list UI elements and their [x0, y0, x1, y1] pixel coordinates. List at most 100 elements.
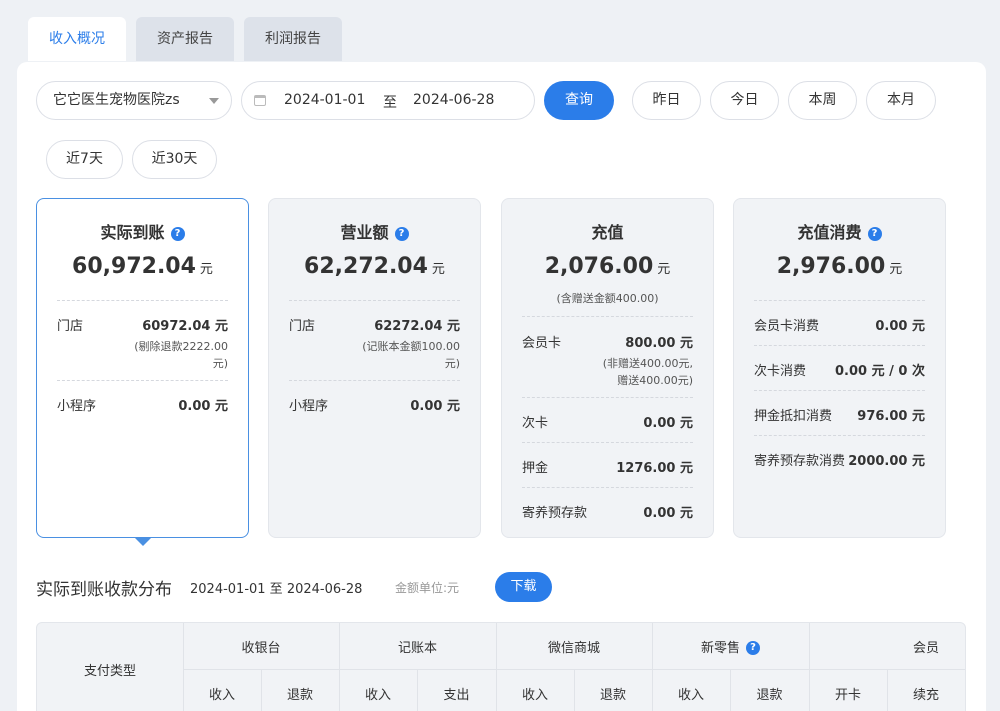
divider [522, 442, 693, 443]
row-value-boarding-consume: 2000.00 元 [848, 454, 925, 469]
last-30-days-button[interactable]: 近30天 [132, 140, 217, 179]
help-icon[interactable]: ? [170, 227, 185, 241]
section-unit: 金额单位:元 [395, 581, 460, 595]
divider [289, 300, 460, 301]
header-member: 会员 [912, 641, 939, 656]
card-title: 营业额? [269, 219, 480, 243]
divider [57, 380, 228, 381]
subheader-refund: 退款 [599, 688, 626, 703]
date-end[interactable]: 2024-06-28 [413, 92, 494, 108]
card-title-text: 营业额 [340, 223, 389, 242]
card-amount: 60,972.04 元 [37, 254, 248, 279]
clinic-select[interactable]: 它它医生宠物医院zs [36, 81, 232, 120]
tab-asset-report[interactable]: 资产报告 [136, 17, 234, 61]
card-title: 充值 [502, 219, 713, 243]
row-label-member-card: 会员卡 [522, 336, 562, 351]
card-recharge-consumption[interactable]: 充值消费? 2,976.00 元 会员卡消费 0.00 元 次卡消费 0.00 元… [733, 198, 946, 538]
divider [522, 487, 693, 488]
tab-profit-report[interactable]: 利润报告 [244, 17, 342, 61]
amount-value: 62,272.04 [304, 254, 428, 279]
subheader-refund: 退款 [756, 688, 783, 703]
card-title: 实际到账? [37, 219, 248, 243]
card-amount: 2,976.00 元 [734, 254, 945, 279]
row-value-times-card: 0.00 元 [643, 416, 693, 431]
header-pay-type: 支付类型 [83, 664, 136, 679]
card-title-text: 实际到账 [100, 223, 165, 242]
card-actual-received[interactable]: 实际到账? 60,972.04 元 门店 60972.04 元 (剔除退款2222… [36, 198, 249, 546]
card-amount: 62,272.04 元 [269, 254, 480, 279]
header-new-retail: 新零售? [652, 637, 809, 656]
amount-value: 2,076.00 [544, 254, 654, 279]
row-label-boarding-prepay: 寄养预存款 [522, 506, 588, 521]
this-week-button[interactable]: 本周 [788, 81, 857, 120]
subheader-refund: 退款 [286, 688, 313, 703]
subheader-expense: 支出 [443, 688, 470, 703]
tab-label: 资产报告 [157, 31, 213, 47]
card-title-text: 充值 [591, 223, 624, 242]
row-value-member-card: 800.00 元 [625, 336, 693, 351]
header-new-retail-label: 新零售 [700, 641, 740, 656]
calendar-icon [254, 95, 266, 106]
help-icon[interactable]: ? [867, 227, 882, 241]
tab-label: 利润报告 [265, 31, 321, 47]
tab-bar: 收入概况 资产报告 利润报告 [28, 17, 342, 61]
row-note: 元) [444, 357, 460, 370]
payment-distribution-table: 支付类型 收银台 记账本 微信商城 新零售? 会员 收入 退款 收入 支出 收入… [36, 622, 966, 711]
row-value-deposit: 1276.00 元 [616, 461, 693, 476]
card-title: 充值消费? [734, 219, 945, 243]
yesterday-button[interactable]: 昨日 [632, 81, 701, 120]
tab-label: 收入概况 [49, 31, 105, 47]
date-range-picker[interactable]: 2024-01-01 至 2024-06-28 [241, 81, 535, 120]
caret-down-icon [209, 98, 219, 104]
row-value-deposit-consume: 976.00 元 [857, 409, 925, 424]
card-amount: 2,076.00 元 [502, 254, 713, 279]
main-panel: 它它医生宠物医院zs 2024-01-01 至 2024-06-28 查询 昨日… [17, 62, 986, 711]
divider [522, 397, 693, 398]
row-value-times-card-consume: 0.00 元 / 0 次 [835, 364, 925, 379]
card-subtext: (含赠送金额400.00) [556, 292, 659, 305]
row-label-times-card-consume: 次卡消费 [754, 364, 807, 379]
row-note: 元) [212, 357, 228, 370]
card-recharge[interactable]: 充值 2,076.00 元 (含赠送金额400.00) 会员卡 800.00 元 … [501, 198, 714, 538]
amount-value: 2,976.00 [776, 254, 886, 279]
amount-unit: 元 [431, 262, 445, 277]
tab-income-overview[interactable]: 收入概况 [28, 17, 126, 61]
row-label-miniprogram: 小程序 [289, 399, 329, 414]
this-month-button[interactable]: 本月 [866, 81, 936, 120]
row-label-store: 门店 [57, 319, 84, 334]
help-icon[interactable]: ? [394, 227, 409, 241]
amount-unit: 元 [657, 262, 671, 277]
row-label-boarding-consume: 寄养预存款消费 [754, 454, 846, 469]
header-ledger: 记账本 [397, 641, 437, 656]
amount-unit: 元 [889, 262, 903, 277]
subheader-income: 收入 [521, 688, 548, 703]
section-date-range: 2024-01-01 至 2024-06-28 [190, 582, 363, 597]
row-label-deposit: 押金 [522, 461, 549, 476]
section-title: 实际到账收款分布 [36, 580, 172, 600]
divider [754, 345, 925, 346]
row-label-member-card-consume: 会员卡消费 [754, 319, 820, 334]
download-button[interactable]: 下载 [495, 572, 552, 602]
card-revenue[interactable]: 营业额? 62,272.04 元 门店 62272.04 元 (记账本金额100.… [268, 198, 481, 538]
divider [754, 435, 925, 436]
divider [522, 316, 693, 317]
amount-unit: 元 [199, 262, 213, 277]
divider [57, 300, 228, 301]
active-pointer [135, 538, 151, 546]
row-label-miniprogram: 小程序 [57, 399, 97, 414]
help-icon[interactable]: ? [746, 641, 760, 655]
query-button[interactable]: 查询 [544, 81, 614, 120]
row-value-member-card-consume: 0.00 元 [875, 319, 925, 334]
row-note: (记账本金额100.00 [362, 340, 460, 353]
row-value-store: 60972.04 元 [142, 319, 228, 334]
amount-value: 60,972.04 [72, 254, 196, 279]
row-note: 赠送400.00元) [617, 374, 693, 387]
last-7-days-button[interactable]: 近7天 [46, 140, 123, 179]
row-value-store: 62272.04 元 [374, 319, 460, 334]
row-label-store: 门店 [289, 319, 316, 334]
row-value-miniprogram: 0.00 元 [178, 399, 228, 414]
row-note: (剔除退款2222.00 [134, 340, 228, 353]
date-start[interactable]: 2024-01-01 [284, 92, 365, 108]
today-button[interactable]: 今日 [710, 81, 779, 120]
subheader-income: 收入 [208, 688, 235, 703]
